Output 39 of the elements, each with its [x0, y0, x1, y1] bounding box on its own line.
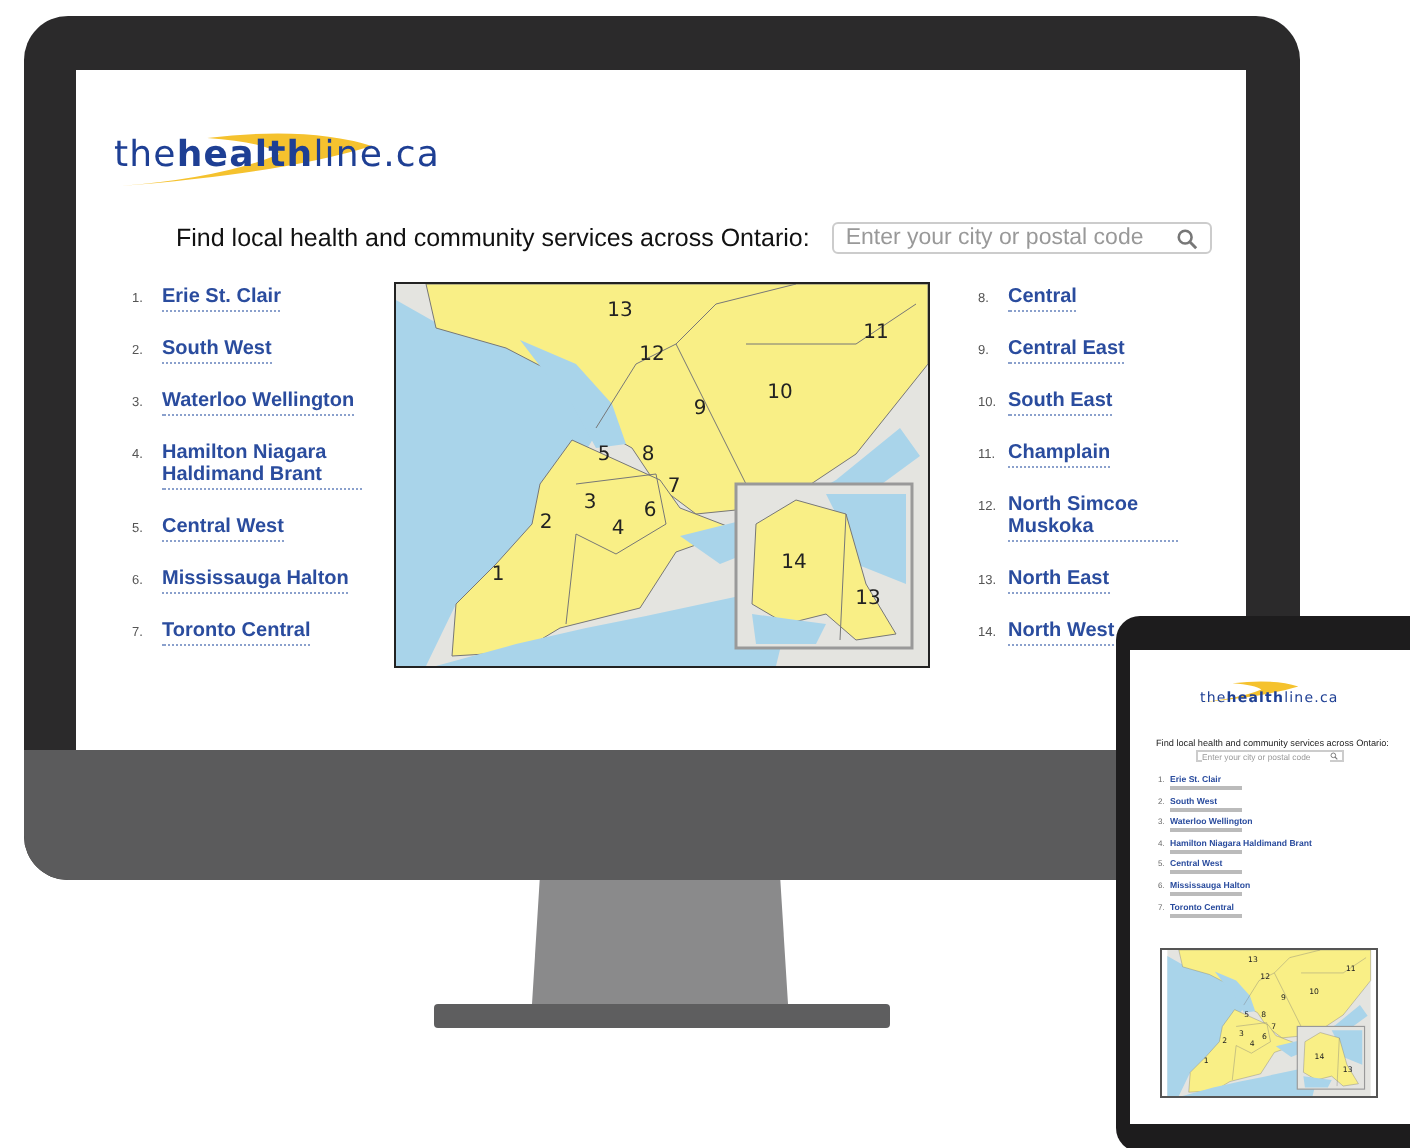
blurred-text [1170, 891, 1242, 896]
region-number: 13 [855, 588, 881, 610]
region-number: 1 [491, 564, 505, 586]
region-number: 5 [597, 444, 611, 466]
prompt-text: Find local health and community services across Ontario: [176, 224, 810, 252]
region-link[interactable]: Central East [1008, 338, 1125, 364]
search-field[interactable]: Enter your city or postal code [831, 222, 1212, 254]
region-link[interactable]: Erie St. Clair [162, 286, 281, 312]
search-icon[interactable] [1330, 752, 1338, 760]
region-link[interactable]: South East [1008, 390, 1113, 416]
blurred-text [1170, 913, 1242, 918]
blurred-text [1170, 828, 1242, 833]
region-link[interactable]: North Simcoe Muskoka [1008, 494, 1178, 542]
region-number: 10 [767, 382, 793, 404]
region-link[interactable]: Mississauga Halton [162, 568, 349, 594]
region-link[interactable]: Toronto Central [162, 620, 311, 646]
region-number: 13 [607, 300, 633, 322]
region-number: 8 [641, 444, 655, 466]
region-number: 7 [667, 476, 681, 498]
blurred-text [1170, 870, 1242, 875]
region-number: 4 [611, 518, 625, 540]
region-link[interactable]: North East [1008, 568, 1110, 594]
region-number: 3 [583, 492, 597, 514]
region-number: 6 [643, 500, 657, 522]
region-number: 14 [781, 552, 807, 574]
search-icon[interactable] [1175, 227, 1198, 249]
region-link[interactable]: Hamilton Niagara Haldimand Brant [162, 442, 362, 490]
region-number: 2 [539, 512, 553, 534]
region-link[interactable]: South West [162, 338, 272, 364]
region-number: 11 [863, 322, 889, 344]
blurred-text [1170, 849, 1242, 854]
region-link[interactable]: Waterloo Wellington [162, 390, 355, 416]
region-link[interactable]: Champlain [1008, 442, 1111, 468]
region-number: 9 [693, 398, 707, 420]
region-link[interactable]: Central [1008, 286, 1077, 312]
region-number: 12 [639, 344, 665, 366]
blurred-text [1170, 807, 1242, 812]
region-link[interactable]: North West [1008, 620, 1115, 646]
region-link[interactable]: Central West [162, 516, 284, 542]
